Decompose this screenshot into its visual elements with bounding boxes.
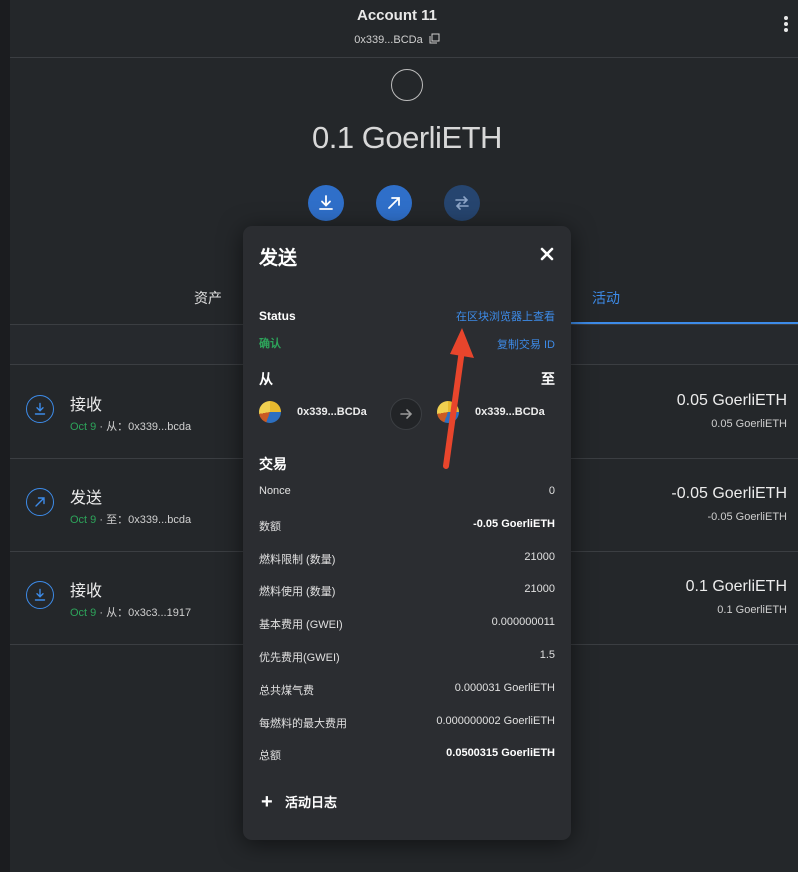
activity-log-toggle[interactable]: + 活动日志 bbox=[261, 790, 338, 813]
send-arrow-icon bbox=[388, 197, 400, 209]
send-icon bbox=[26, 488, 54, 516]
transaction-details-modal: 发送 Status 在区块浏览器上查看 确认 复制交易 ID 从 至 0x339… bbox=[243, 226, 571, 840]
detail-key: 基本费用 (GWEI) bbox=[259, 619, 343, 632]
detail-key: 燃料限制 (数量) bbox=[259, 553, 336, 566]
activity-log-label: 活动日志 bbox=[285, 795, 338, 810]
left-edge-strip bbox=[0, 0, 10, 872]
detail-row: 优先费用(GWEI) 1.5 bbox=[259, 649, 555, 665]
activity-counterparty: · 从：0x3c3...1917 bbox=[99, 607, 192, 619]
status-label: Status bbox=[259, 309, 296, 323]
activity-title: 接收 bbox=[70, 397, 103, 414]
download-icon bbox=[319, 195, 333, 210]
detail-value: 21000 bbox=[524, 550, 555, 563]
activity-amount: -0.05 GoerliETH bbox=[671, 485, 787, 502]
activity-date: Oct 9 bbox=[70, 607, 97, 619]
detail-key: Nonce bbox=[259, 485, 291, 497]
detail-key: 总额 bbox=[259, 750, 281, 763]
detail-row: 数额 -0.05 GoerliETH bbox=[259, 518, 555, 534]
activity-amount: 0.1 GoerliETH bbox=[685, 578, 787, 595]
activity-title: 发送 bbox=[70, 490, 103, 507]
send-button[interactable] bbox=[376, 185, 412, 221]
receive-button[interactable] bbox=[308, 185, 344, 221]
activity-counterparty: · 至：0x339...bcda bbox=[99, 514, 192, 526]
transaction-section-title: 交易 bbox=[259, 456, 287, 472]
detail-row: 燃料限制 (数量) 21000 bbox=[259, 551, 555, 567]
account-header: Account 11 0x339...BCDa bbox=[10, 0, 798, 58]
account-address: 0x339...BCDa bbox=[354, 33, 423, 46]
modal-title: 发送 bbox=[259, 248, 298, 269]
activity-subtitle: Oct 9 · 从：0x3c3...1917 bbox=[70, 604, 191, 620]
detail-key: 燃料使用 (数量) bbox=[259, 586, 336, 599]
from-label: 从 bbox=[259, 371, 273, 387]
detail-row: 总共煤气费 0.000031 GoerliETH bbox=[259, 682, 555, 698]
detail-value: 0.000000002 GoerliETH bbox=[436, 714, 555, 727]
tab-assets[interactable]: 资产 bbox=[194, 288, 222, 308]
detail-value: -0.05 GoerliETH bbox=[473, 517, 555, 530]
account-avatar bbox=[391, 69, 423, 101]
tab-activity[interactable]: 活动 bbox=[592, 288, 620, 308]
activity-subtitle: Oct 9 · 至：0x339...bcda bbox=[70, 511, 191, 527]
detail-row: 燃料使用 (数量) 21000 bbox=[259, 583, 555, 599]
detail-row: 总额 0.0500315 GoerliETH bbox=[259, 747, 555, 763]
activity-amount-secondary: 0.05 GoerliETH bbox=[711, 418, 787, 430]
status-value: 确认 bbox=[259, 338, 281, 350]
account-name[interactable]: Account 11 bbox=[10, 7, 784, 24]
from-address-chip[interactable]: 0x339...BCDa bbox=[259, 401, 367, 423]
receive-icon bbox=[26, 395, 54, 423]
detail-key: 每燃料的最大费用 bbox=[259, 717, 347, 730]
detail-value: 1.5 bbox=[539, 649, 555, 661]
activity-date: Oct 9 bbox=[70, 514, 97, 526]
receive-icon bbox=[26, 581, 54, 609]
detail-value: 21000 bbox=[524, 583, 555, 596]
detail-key: 优先费用(GWEI) bbox=[259, 652, 340, 664]
activity-subtitle: Oct 9 · 从：0x339...bcda bbox=[70, 418, 191, 434]
swap-button[interactable] bbox=[444, 185, 480, 221]
detail-key: 数额 bbox=[259, 520, 281, 533]
activity-title: 接收 bbox=[70, 583, 103, 600]
transfer-arrow bbox=[390, 398, 422, 430]
annotation-arrow bbox=[443, 328, 474, 469]
copy-transaction-id-link[interactable]: 复制交易 ID bbox=[497, 336, 555, 352]
detail-value: 0 bbox=[548, 485, 555, 497]
activity-amount: 0.05 GoerliETH bbox=[676, 392, 787, 409]
close-icon[interactable] bbox=[539, 246, 555, 262]
detail-key: 总共煤气费 bbox=[259, 684, 314, 697]
from-avatar bbox=[259, 401, 281, 423]
to-address: 0x339...BCDa bbox=[475, 406, 545, 418]
activity-date: Oct 9 bbox=[70, 421, 97, 433]
activity-amount-secondary: 0.1 GoerliETH bbox=[717, 604, 787, 616]
swap-icon bbox=[455, 196, 469, 210]
detail-row: 基本费用 (GWEI) 0.000000011 bbox=[259, 616, 555, 632]
activity-amount-secondary: -0.05 GoerliETH bbox=[707, 511, 787, 523]
detail-value: 0.0500315 GoerliETH bbox=[446, 747, 555, 760]
detail-row: 每燃料的最大费用 0.000000002 GoerliETH bbox=[259, 715, 555, 731]
detail-row: Nonce 0 bbox=[259, 485, 555, 501]
detail-value: 0.000000011 bbox=[491, 616, 555, 629]
more-options-icon[interactable] bbox=[782, 16, 790, 36]
arrow-right-icon bbox=[400, 409, 413, 419]
balance-amount: 0.1 GoerliETH bbox=[312, 120, 502, 155]
activity-counterparty: · 从：0x339...bcda bbox=[99, 421, 192, 433]
plus-icon: + bbox=[261, 790, 273, 813]
detail-value: 0.000031 GoerliETH bbox=[454, 681, 555, 694]
from-address: 0x339...BCDa bbox=[297, 406, 367, 418]
to-label: 至 bbox=[541, 371, 555, 387]
copy-icon[interactable] bbox=[429, 33, 440, 47]
account-address-row[interactable]: 0x339...BCDa bbox=[10, 33, 784, 47]
